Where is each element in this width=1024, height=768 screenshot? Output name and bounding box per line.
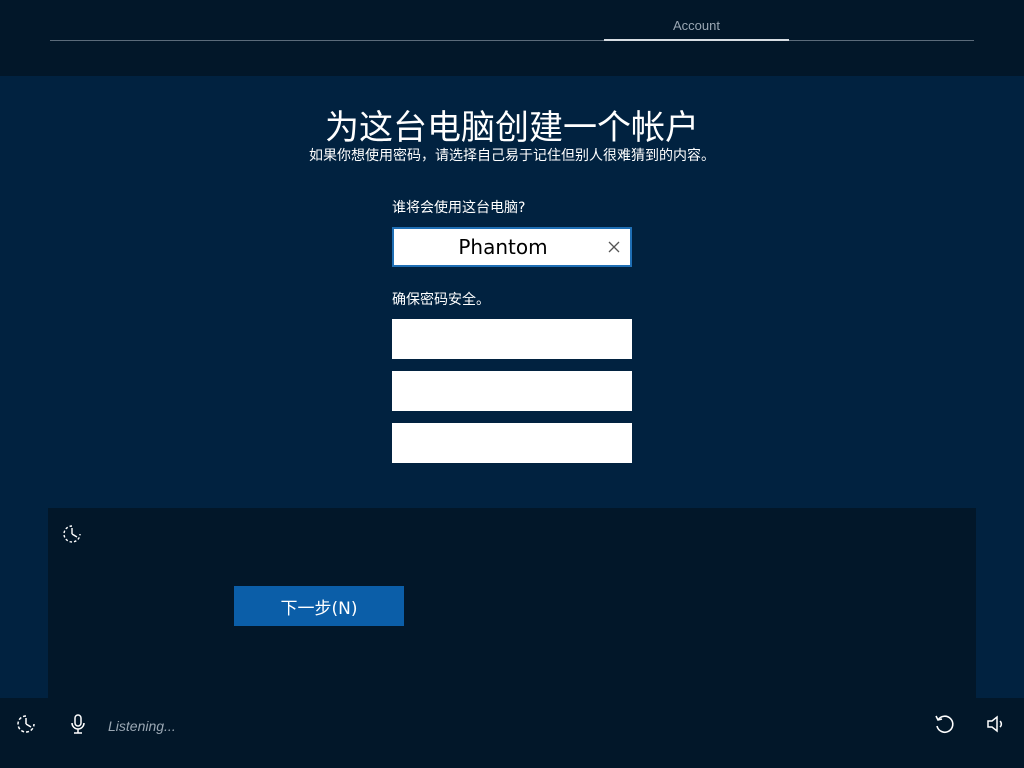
page-subtitle: 如果你想使用密码，请选择自己易于记住但别人很难猜到的内容。 — [309, 148, 715, 164]
password-label: 确保密码安全。 — [392, 292, 490, 308]
footer-bar: Listening... — [0, 698, 1024, 768]
ease-of-access-icon[interactable] — [14, 712, 38, 736]
password-field — [392, 319, 632, 359]
next-button[interactable]: 下一步(N) — [234, 586, 404, 626]
username-input[interactable] — [394, 229, 630, 265]
step-label-account: Account — [673, 18, 720, 33]
listening-status: Listening... — [108, 718, 176, 734]
ease-of-access-icon[interactable] — [62, 524, 82, 544]
confirm-password-input[interactable] — [392, 371, 632, 411]
action-panel: 下一步(N) — [48, 508, 976, 698]
username-field — [392, 227, 632, 267]
password-hint-field — [392, 423, 632, 463]
top-bar: Account — [0, 0, 1024, 76]
progress-active-segment — [604, 39, 789, 41]
microphone-icon[interactable] — [66, 712, 90, 736]
password-input[interactable] — [392, 319, 632, 359]
username-label: 谁将会使用这台电脑? — [392, 200, 526, 216]
clear-icon[interactable] — [604, 236, 624, 258]
page-title: 为这台电脑创建一个帐户 — [325, 108, 699, 148]
volume-icon[interactable] — [984, 712, 1008, 736]
password-hint-input[interactable] — [392, 423, 632, 463]
progress-track — [50, 40, 974, 41]
confirm-password-field — [392, 371, 632, 411]
restart-icon[interactable] — [932, 712, 956, 736]
